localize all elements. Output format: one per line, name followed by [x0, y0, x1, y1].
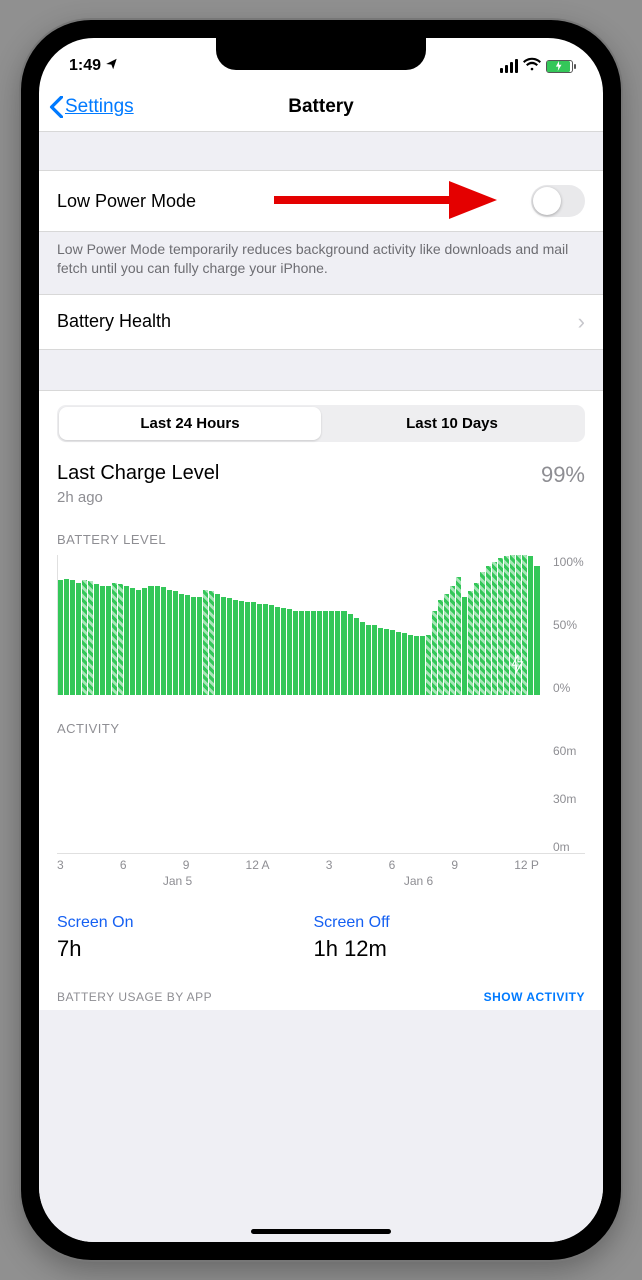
last-charge-title: Last Charge Level: [57, 462, 219, 485]
battery-level-chart: 100% 50% 0%: [57, 555, 585, 695]
home-indicator[interactable]: [251, 1229, 391, 1234]
charging-bolt-icon: [511, 655, 525, 673]
battery-health-label: Battery Health: [57, 311, 171, 332]
content-area: Low Power Mode Low Power Mode temporaril…: [39, 132, 603, 1242]
chevron-right-icon: ›: [578, 309, 585, 335]
screen-off-value: 1h 12m: [313, 936, 389, 962]
activity-chart: 60m 30m 0m: [57, 744, 585, 854]
battery-icon: [546, 60, 573, 73]
battery-health-row[interactable]: Battery Health ›: [39, 294, 603, 350]
location-arrow-icon: [105, 57, 119, 76]
screen-on-value: 7h: [57, 936, 133, 962]
battery-level-label: BATTERY LEVEL: [57, 532, 585, 547]
wifi-icon: [523, 57, 541, 76]
lpm-description: Low Power Mode temporarily reduces backg…: [39, 232, 603, 294]
annotation-arrow: [269, 175, 499, 225]
tab-last-24-hours[interactable]: Last 24 Hours: [59, 407, 321, 440]
lpm-toggle[interactable]: [531, 185, 585, 217]
lpm-label: Low Power Mode: [57, 191, 196, 212]
cell-signal-icon: [500, 59, 518, 73]
low-power-mode-row: Low Power Mode: [39, 170, 603, 232]
usage-by-app-label: BATTERY USAGE BY APP: [57, 990, 212, 1004]
screen-off-label: Screen Off: [313, 914, 389, 932]
x-axis-days: Jan 5Jan 6: [57, 874, 585, 888]
time-range-segmented-control: Last 24 Hours Last 10 Days: [57, 405, 585, 442]
legend: Screen On 7h Screen Off 1h 12m: [57, 914, 585, 962]
tab-last-10-days[interactable]: Last 10 Days: [321, 407, 583, 440]
chevron-left-icon: [49, 96, 63, 118]
footer-row: BATTERY USAGE BY APP SHOW ACTIVITY: [57, 990, 585, 1010]
last-charge-pct: 99%: [541, 462, 585, 488]
screen-on-label: Screen On: [57, 914, 133, 932]
x-axis-hours: 36912 A36912 P: [57, 858, 585, 872]
last-charge-sub: 2h ago: [57, 489, 219, 506]
activity-label: ACTIVITY: [57, 721, 585, 736]
last-charge-row: Last Charge Level 2h ago 99%: [57, 462, 585, 506]
nav-bar: Settings Battery: [39, 82, 603, 132]
status-time: 1:49: [69, 57, 101, 75]
back-button[interactable]: Settings: [49, 96, 134, 118]
show-activity-button[interactable]: SHOW ACTIVITY: [484, 990, 585, 1004]
